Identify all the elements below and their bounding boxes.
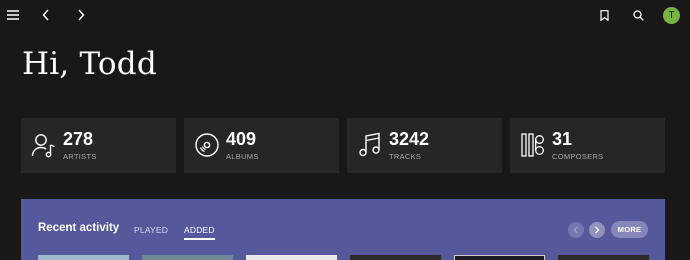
stat-value: 31 <box>552 129 573 149</box>
carousel-prev-button[interactable] <box>568 222 584 238</box>
stat-card-artists[interactable]: 278 ARTISTS <box>21 118 176 173</box>
stat-value: 278 <box>63 129 94 149</box>
album-thumbnail[interactable] <box>38 255 129 260</box>
recent-activity-panel: Recent activity PLAYED ADDED MORE <box>21 199 665 260</box>
chevron-left-icon <box>573 226 578 234</box>
composer-icon <box>521 133 544 157</box>
stat-label: COMPOSERS <box>552 152 604 161</box>
more-button[interactable]: MORE <box>611 221 648 238</box>
hamburger-icon[interactable] <box>4 6 22 24</box>
library-stats: 278 ARTISTS 409 ALBUMS 3242 TRACKS 31 CO… <box>21 118 665 173</box>
page-title: Hi, Todd <box>22 46 157 82</box>
stat-card-tracks[interactable]: 3242 TRACKS <box>347 118 502 173</box>
album-thumbnail[interactable] <box>350 255 441 260</box>
chevron-left-icon[interactable] <box>37 6 55 24</box>
music-note-icon <box>359 132 380 157</box>
search-icon[interactable] <box>629 6 647 24</box>
chevron-right-icon <box>595 226 600 234</box>
stat-card-albums[interactable]: 409 ALBUMS <box>184 118 339 173</box>
album-thumbnail[interactable] <box>454 255 545 260</box>
section-title: Recent activity <box>38 222 120 234</box>
album-disc-icon <box>195 133 219 157</box>
stat-card-composers[interactable]: 31 COMPOSERS <box>510 118 665 173</box>
tab-played[interactable]: PLAYED <box>134 225 168 235</box>
stat-label: ARTISTS <box>63 152 97 161</box>
stat-value: 409 <box>226 129 257 149</box>
carousel-next-button[interactable] <box>589 222 605 238</box>
bookmark-icon[interactable] <box>595 6 613 24</box>
artist-icon <box>31 134 55 158</box>
tab-added[interactable]: ADDED <box>184 225 215 240</box>
stat-label: TRACKS <box>389 152 422 161</box>
stat-value: 3242 <box>389 129 430 149</box>
album-thumbnail[interactable] <box>246 255 337 260</box>
avatar[interactable]: T <box>663 7 680 24</box>
chevron-right-icon[interactable] <box>72 6 90 24</box>
album-thumbnail[interactable] <box>142 255 233 260</box>
top-bar: T <box>0 0 690 30</box>
stat-label: ALBUMS <box>226 152 259 161</box>
album-thumbnail[interactable] <box>558 255 649 260</box>
